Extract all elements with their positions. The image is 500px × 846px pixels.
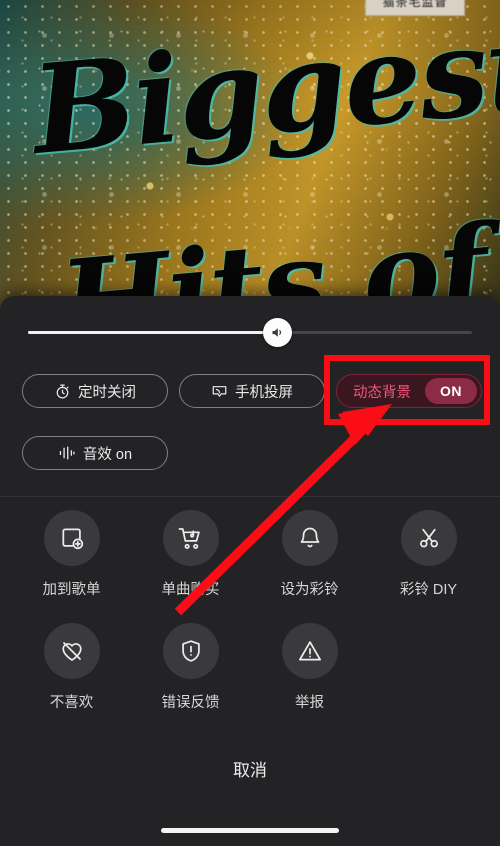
action-grid: 加到歌单 单曲购买 设为彩铃 彩铃 DIY 不喜欢 错误反馈 举报 — [12, 510, 488, 736]
action-add-to-playlist[interactable]: 加到歌单 — [12, 510, 131, 623]
action-label: 设为彩铃 — [280, 582, 339, 598]
equalizer-icon — [58, 445, 76, 461]
action-icon-circle — [43, 623, 100, 679]
shield-alert-icon — [181, 640, 200, 662]
action-icon-circle — [162, 623, 219, 679]
scissors-icon — [419, 528, 438, 548]
action-label: 单曲购买 — [161, 582, 220, 598]
quick-action-row-1: 定时关闭 手机投屏 动态背景 ON — [22, 374, 482, 408]
sleep-timer-button[interactable]: 定时关闭 — [22, 374, 168, 408]
action-dislike[interactable]: 不喜欢 — [12, 623, 131, 736]
speaker-icon — [272, 328, 282, 337]
action-label: 加到歌单 — [42, 582, 101, 598]
cast-icon — [211, 383, 228, 400]
volume-slider[interactable] — [0, 310, 500, 356]
shopping-cart-icon — [178, 527, 200, 549]
sound-effects-button[interactable]: 音效 on — [22, 436, 168, 470]
action-icon-circle — [400, 510, 457, 566]
bell-icon — [300, 527, 319, 548]
quick-action-row-2: 音效 on — [22, 436, 482, 470]
volume-fill — [28, 331, 278, 334]
heart-broken-icon — [61, 642, 82, 661]
artwork-watermark-badge: 猫条毛监督 — [365, 0, 465, 16]
album-artwork-background: Biggest Hits of 猫条毛监督 — [0, 0, 500, 310]
section-divider — [0, 496, 500, 497]
action-label: 举报 — [295, 695, 324, 711]
action-set-ringback[interactable]: 设为彩铃 — [250, 510, 369, 623]
action-label: 错误反馈 — [161, 695, 220, 711]
volume-thumb[interactable] — [263, 318, 292, 347]
action-buy-single[interactable]: 单曲购买 — [131, 510, 250, 623]
dynamic-background-label: 动态背景 — [353, 384, 411, 401]
phone-screen: Biggest Hits of 猫条毛监督 定时关闭 手机投屏 动态背景 ON … — [0, 0, 500, 846]
sleep-timer-label: 定时关闭 — [78, 384, 136, 401]
dynamic-background-button[interactable]: 动态背景 ON — [336, 374, 482, 408]
cancel-button[interactable]: 取消 — [0, 744, 500, 792]
action-icon-circle — [281, 623, 338, 679]
action-label: 彩铃 DIY — [399, 582, 458, 598]
action-icon-circle — [43, 510, 100, 566]
options-bottom-sheet: 定时关闭 手机投屏 动态背景 ON 音效 on 加到歌单 单曲购买 设为彩铃 彩… — [0, 296, 500, 846]
home-indicator — [161, 828, 339, 833]
action-grid-empty-slot — [369, 623, 488, 736]
warning-triangle-icon — [298, 641, 321, 661]
screen-cast-button[interactable]: 手机投屏 — [179, 374, 325, 408]
add-square-icon — [61, 528, 83, 550]
action-report[interactable]: 举报 — [250, 623, 369, 736]
dynamic-background-toggle[interactable]: ON — [425, 378, 477, 404]
action-label: 不喜欢 — [49, 695, 94, 711]
action-ringback-diy[interactable]: 彩铃 DIY — [369, 510, 488, 623]
action-icon-circle — [281, 510, 338, 566]
screen-cast-label: 手机投屏 — [235, 384, 293, 401]
stopwatch-icon — [54, 383, 71, 400]
action-icon-circle — [162, 510, 219, 566]
action-error-feedback[interactable]: 错误反馈 — [131, 623, 250, 736]
sound-effects-label: 音效 on — [82, 446, 133, 463]
